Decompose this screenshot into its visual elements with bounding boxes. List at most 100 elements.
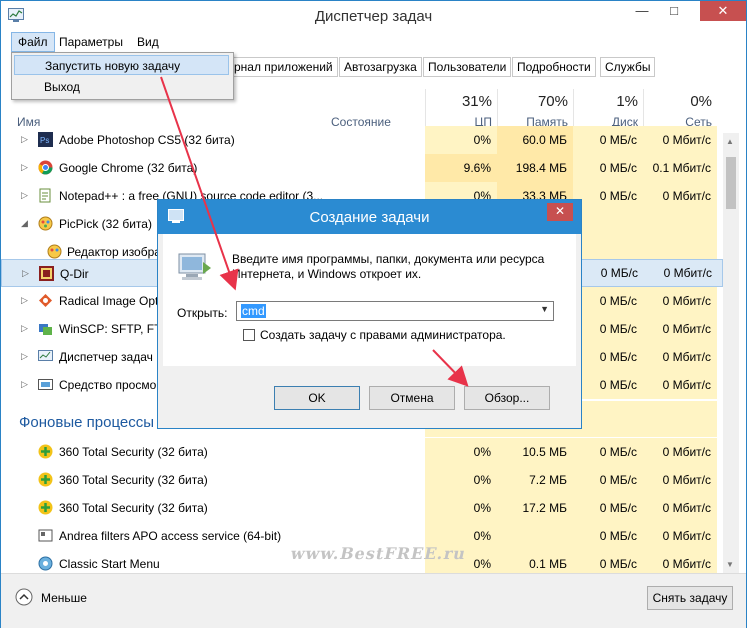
process-name: 360 Total Security (32 бита)	[59, 501, 208, 515]
process-name: WinSCP: SFTP, FTP	[59, 322, 170, 336]
vertical-scrollbar[interactable]: ▲ ▼	[723, 133, 739, 573]
cpu-value: 9.6%	[425, 154, 497, 182]
service-icon	[38, 529, 53, 542]
net-value: 0 Мбит/с	[643, 550, 717, 573]
qdir-icon	[39, 266, 54, 281]
svg-text:Ps: Ps	[40, 136, 49, 145]
net-value: 0 Мбит/с	[663, 266, 712, 280]
scroll-thumb[interactable]	[726, 157, 736, 209]
admin-checkbox-label[interactable]: Создать задачу с правами администратора.	[260, 328, 506, 342]
process-name: PicPick (32 бита)	[59, 217, 152, 231]
tab-startup[interactable]: Автозагрузка	[339, 57, 422, 77]
expand-icon[interactable]: ▷	[22, 268, 29, 279]
process-row[interactable]: 360 Total Security (32 бита) 0% 7.2 МБ 0…	[1, 466, 723, 494]
scroll-up-icon[interactable]: ▲	[726, 137, 734, 146]
process-name: Google Chrome (32 бита)	[59, 161, 198, 175]
disk-value: 0 МБ/с	[573, 371, 643, 399]
expand-icon[interactable]: ▷	[21, 190, 28, 201]
tab-services[interactable]: Службы	[600, 57, 656, 77]
process-row[interactable]: ▷ Ps Adobe Photoshop CS5 (32 бита) 0% 60…	[1, 126, 723, 154]
mem-value: 17.2 МБ	[497, 494, 573, 522]
expand-icon[interactable]: ▷	[21, 134, 28, 145]
process-name: Classic Start Menu	[59, 557, 160, 571]
process-row[interactable]: 360 Total Security (32 бита) 0% 17.2 МБ …	[1, 494, 723, 522]
close-button[interactable]: ✕	[700, 1, 746, 21]
winscp-icon	[39, 324, 52, 335]
menu-file[interactable]: Файл	[11, 32, 55, 52]
watermark: www.BestFREE.ru	[288, 544, 469, 563]
disk-value: 0 МБ/с	[573, 466, 643, 494]
task-manager-process-icon	[38, 350, 53, 361]
process-name: 360 Total Security (32 бита)	[59, 445, 208, 459]
expand-icon[interactable]: ▷	[21, 323, 28, 334]
ok-button[interactable]: OK	[274, 386, 360, 410]
process-row[interactable]: 360 Total Security (32 бита) 0% 10.5 МБ …	[1, 438, 723, 466]
process-name: Q-Dir	[60, 267, 89, 281]
collapse-circle-icon[interactable]	[15, 588, 33, 606]
mem-value: 198.4 МБ	[497, 154, 573, 182]
dialog-title-bar: Создание задачи ✕	[158, 200, 581, 234]
disk-value: 0 МБ/с	[573, 315, 643, 343]
expand-icon[interactable]: ▷	[21, 351, 28, 362]
admin-checkbox[interactable]	[243, 329, 255, 341]
run-program-icon	[178, 253, 211, 280]
process-name: Radical Image Opt	[59, 294, 159, 308]
dialog-title: Создание задачи	[309, 209, 430, 226]
net-value: 0 Мбит/с	[643, 522, 717, 550]
expand-icon[interactable]: ▷	[21, 295, 28, 306]
title-bar: Диспетчер задач — □ ✕	[1, 1, 746, 31]
menu-view[interactable]: Вид	[131, 33, 165, 51]
command-input[interactable]: cmd ▼	[236, 301, 554, 321]
file-dropdown-menu: Запустить новую задачу Выход	[11, 52, 234, 100]
disk-percent: 1%	[616, 93, 638, 110]
process-name: Средство просмо	[59, 378, 157, 392]
collapse-icon[interactable]: ◢	[21, 218, 28, 229]
scroll-down-icon[interactable]: ▼	[726, 560, 734, 569]
minimize-button[interactable]: —	[628, 1, 656, 23]
menu-params[interactable]: Параметры	[53, 33, 129, 51]
disk-value: 0 МБ/с	[573, 494, 643, 522]
fewer-details-link[interactable]: Меньше	[41, 591, 87, 605]
end-task-button[interactable]: Снять задачу	[647, 586, 733, 610]
360-security-icon	[38, 444, 53, 459]
mem-value: 0.1 МБ	[497, 550, 573, 573]
disk-value: 0 МБ/с	[573, 438, 643, 466]
net-value: 0 Мбит/с	[643, 371, 717, 399]
picpick-icon	[38, 216, 53, 231]
expand-icon[interactable]: ▷	[21, 379, 28, 390]
browse-button[interactable]: Обзор...	[464, 386, 550, 410]
process-row[interactable]: ▷ Google Chrome (32 бита) 9.6% 198.4 МБ …	[1, 154, 723, 182]
process-name: Andrea filters APO access service (64-bi…	[59, 529, 282, 543]
disk-value: 0 МБ/с	[600, 266, 638, 280]
tab-details[interactable]: Подробности	[512, 57, 596, 77]
mem-value: 60.0 МБ	[497, 126, 573, 154]
tab-users[interactable]: Пользователи	[423, 57, 512, 77]
dialog-close-button[interactable]: ✕	[547, 203, 573, 221]
notepadpp-icon	[39, 188, 51, 203]
process-name: 360 Total Security (32 бита)	[59, 473, 208, 487]
net-value: 0.1 Мбит/с	[643, 154, 717, 182]
disk-value: 0 МБ/с	[573, 154, 643, 182]
create-task-dialog: Создание задачи ✕ Введите имя программы,…	[157, 199, 582, 429]
chevron-down-icon[interactable]: ▼	[540, 304, 549, 314]
cancel-button[interactable]: Отмена	[369, 386, 455, 410]
disk-value: 0 МБ/с	[573, 287, 643, 315]
process-name: Adobe Photoshop CS5 (32 бита)	[59, 133, 235, 147]
radical-image-icon	[39, 294, 52, 307]
disk-value: 0 МБ/с	[573, 343, 643, 371]
net-value: 0 Мбит/с	[643, 438, 717, 466]
chrome-icon	[38, 160, 53, 175]
net-value: 0 Мбит/с	[643, 494, 717, 522]
net-value: 0 Мбит/с	[643, 466, 717, 494]
menu-exit[interactable]: Выход	[14, 77, 229, 97]
group-background-processes[interactable]: Фоновые процессы	[19, 414, 154, 431]
expand-icon[interactable]: ▷	[21, 162, 28, 173]
open-label: Открыть:	[177, 306, 228, 320]
menu-run-new-task[interactable]: Запустить новую задачу	[14, 55, 229, 75]
disk-value: 0 МБ/с	[573, 126, 643, 154]
net-value: 0 Мбит/с	[643, 315, 717, 343]
process-name: Диспетчер задач	[59, 350, 153, 364]
cpu-value: 0%	[425, 126, 497, 154]
maximize-button[interactable]: □	[660, 1, 688, 23]
tab-app-history[interactable]: рнал приложений	[229, 57, 338, 77]
